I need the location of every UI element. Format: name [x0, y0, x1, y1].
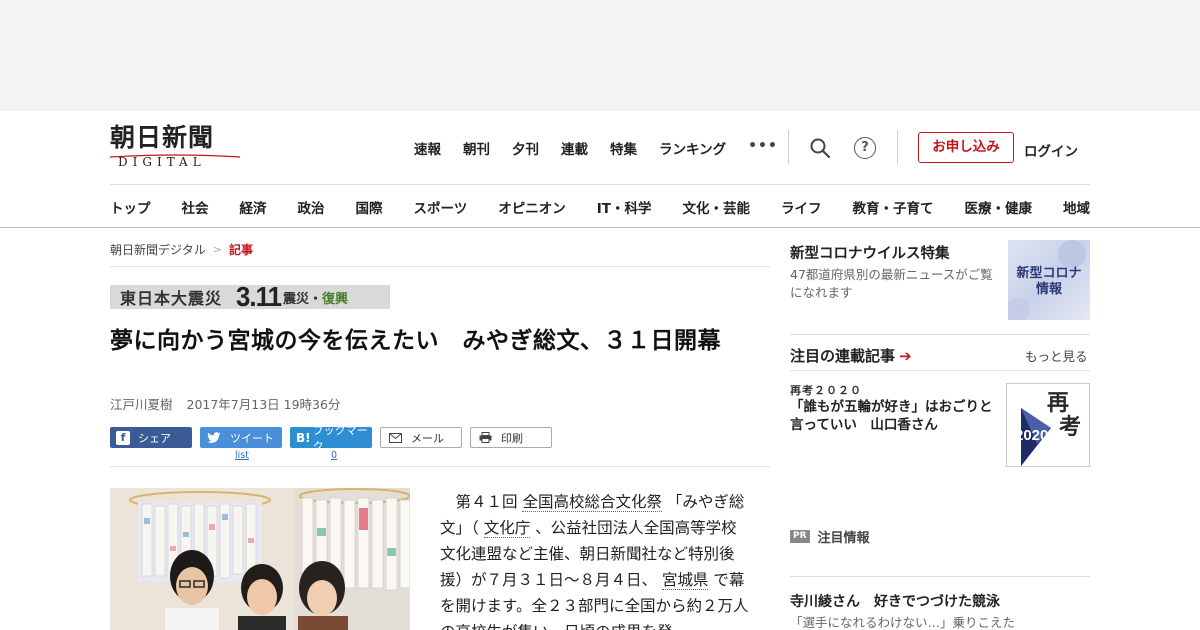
banner-text-3: 震災・ [282, 291, 322, 307]
breadcrumb: 朝日新聞デジタル > 記事 [110, 241, 253, 258]
login-link[interactable]: ログイン [1024, 140, 1078, 160]
category-sports[interactable]: スポーツ [414, 197, 468, 217]
corona-feature-title[interactable]: 新型コロナウイルス特集 [790, 242, 950, 263]
logo-kanji: 朝日新聞 [110, 123, 215, 152]
article-headline: 夢に向かう宮城の今を伝えたい みやぎ総文、３１日開幕 [110, 328, 721, 354]
hatena-icon: B! [296, 430, 311, 445]
featured-series-heading: 注目の連載記事 ➔ [790, 345, 912, 366]
breadcrumb-current: 記事 [228, 243, 253, 257]
breadcrumb-home[interactable]: 朝日新聞デジタル [110, 241, 206, 258]
breadcrumb-separator: > [212, 243, 222, 256]
facebook-icon: f [116, 430, 130, 445]
subscribe-button[interactable]: お申し込み [918, 132, 1014, 163]
corona-feature-thumbnail[interactable]: 新型コロナ 情報 [1008, 240, 1090, 320]
header-divider-2 [897, 130, 898, 164]
top-nav: 速報 朝刊 夕刊 連載 特集 ランキング ••• [414, 138, 778, 158]
series-article-headline[interactable]: 「誰もが五輪が好き」はおごりと言っていい 山口香さん [790, 398, 1002, 434]
divider [790, 370, 1090, 371]
pr-story-title[interactable]: 寺川綾さん 好きでつづけた競泳 [790, 591, 1000, 611]
category-society[interactable]: 社会 [182, 197, 209, 217]
saiko-2020-logo: 再 考 2020 [1015, 390, 1081, 466]
nav-sokuho[interactable]: 速報 [414, 138, 441, 158]
twitter-share-count[interactable]: list [235, 450, 249, 461]
site-logo[interactable]: 朝日新聞 DIGITAL [110, 124, 242, 170]
corona-thumb-line: 新型コロナ [1016, 266, 1082, 281]
disaster-311-banner[interactable]: 東日本大震災 3.11 震災・ 復興 [110, 281, 390, 312]
category-top[interactable]: トップ [110, 197, 151, 217]
banner-text-1: 東日本大震災 [120, 289, 223, 308]
series-thumbnail[interactable]: 再 考 2020 [1006, 383, 1090, 467]
category-economy[interactable]: 経済 [240, 197, 267, 217]
category-international[interactable]: 国際 [356, 197, 383, 217]
logo-subtitle: DIGITAL [118, 155, 206, 169]
arrow-right-icon: ➔ [899, 346, 912, 365]
nav-ranking[interactable]: ランキング [659, 138, 726, 158]
category-opinion[interactable]: オピニオン [498, 197, 566, 217]
article-author: 江戸川夏樹 [110, 397, 173, 412]
print-button[interactable]: 印刷 [470, 427, 552, 448]
print-label: 印刷 [501, 431, 523, 445]
body-text-segment: 第４１回 [440, 493, 523, 511]
corona-thumb-line: 情報 [1035, 282, 1062, 297]
twitter-share-button[interactable]: ツイート [200, 427, 282, 448]
search-icon[interactable] [809, 137, 831, 159]
corona-thumb-text: 新型コロナ 情報 [1008, 266, 1090, 298]
header-divider [788, 130, 789, 164]
divider [0, 227, 1200, 228]
hatena-bookmark-button[interactable]: B! ブックマーク [290, 424, 372, 453]
twitter-share-label: ツイート [230, 431, 274, 445]
keyword-link[interactable]: 文化庁 [483, 519, 531, 538]
mail-icon [387, 431, 403, 445]
see-more-link[interactable]: もっと見る [1025, 346, 1088, 365]
category-nav: トップ 社会 経済 政治 国際 スポーツ オピニオン IT・科学 文化・芸能 ラ… [110, 197, 1090, 217]
facebook-share-label: シェア [138, 431, 171, 445]
divider [110, 184, 1090, 185]
divider [790, 334, 1090, 335]
svg-text:再: 再 [1047, 390, 1069, 416]
twitter-icon [206, 431, 222, 445]
divider [790, 576, 1090, 577]
keyword-link[interactable]: 宮城県 [661, 571, 709, 590]
svg-text:2020: 2020 [1015, 427, 1048, 444]
category-politics[interactable]: 政治 [298, 197, 325, 217]
category-education[interactable]: 教育・子育て [852, 197, 933, 217]
pr-story-subtitle[interactable]: 「選手になれるわけない…」乗りこえた [790, 612, 1015, 630]
more-menu-icon[interactable]: ••• [748, 138, 778, 158]
pr-badge: PR [790, 530, 810, 543]
ad-banner-area [0, 0, 1200, 111]
corona-feature-description[interactable]: 47都道府県別の最新ニュースがご覧になれます [790, 266, 1002, 302]
category-it-science[interactable]: IT・科学 [597, 197, 652, 217]
nav-tokushu[interactable]: 特集 [610, 138, 637, 158]
category-region[interactable]: 地域 [1063, 197, 1090, 217]
nav-choukan[interactable]: 朝刊 [463, 138, 490, 158]
pr-section-header: PR 注目情報 [790, 527, 870, 546]
print-icon [477, 431, 493, 445]
help-icon[interactable]: ? [854, 137, 876, 159]
category-culture[interactable]: 文化・芸能 [682, 197, 750, 217]
hatena-bookmark-label: ブックマーク [312, 423, 368, 453]
featured-series-title: 注目の連載記事 [790, 347, 896, 365]
banner-text-4: 復興 [321, 291, 348, 307]
nav-rensai[interactable]: 連載 [561, 138, 588, 158]
hatena-bookmark-count[interactable]: 0 [331, 450, 337, 461]
category-life[interactable]: ライフ [781, 197, 822, 217]
keyword-link[interactable]: 全国高校総合文化祭 [522, 493, 662, 512]
article-body-paragraph: 第４１回 全国高校総合文化祭 「みやぎ総文」（ 文化庁 、公益社団法人全国高等学… [440, 489, 750, 630]
svg-text:考: 考 [1059, 414, 1081, 440]
category-health[interactable]: 医療・健康 [964, 197, 1032, 217]
nav-yukan[interactable]: 夕刊 [512, 138, 539, 158]
mail-share-label: メール [411, 431, 444, 445]
article-photo[interactable] [110, 488, 410, 630]
facebook-share-button[interactable]: f シェア [110, 427, 192, 448]
series-tag[interactable]: 再考２０２０ [790, 382, 862, 398]
divider [110, 266, 770, 267]
mail-share-button[interactable]: メール [380, 427, 462, 448]
article-timestamp: 2017年7月13日 19時36分 [186, 397, 341, 412]
divider [110, 466, 770, 467]
pr-label: 注目情報 [817, 531, 870, 546]
banner-text-2: 3.11 [236, 281, 282, 312]
article-byline: 江戸川夏樹 2017年7月13日 19時36分 [110, 394, 340, 413]
